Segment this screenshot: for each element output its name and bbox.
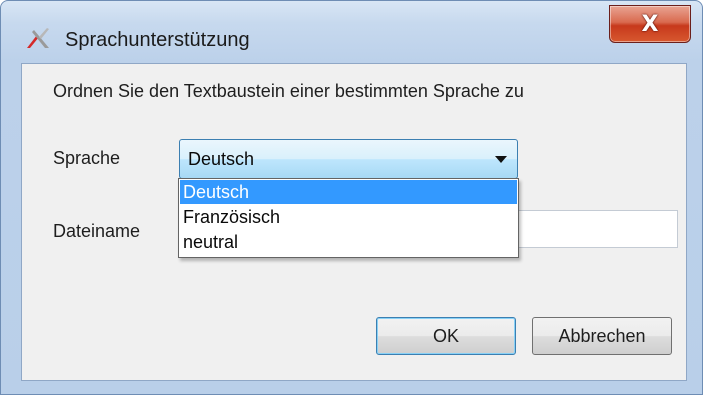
ok-button[interactable]: OK [376,317,516,355]
language-label: Sprache [53,148,121,168]
language-selected-value: Deutsch [188,149,255,169]
close-button[interactable]: X [609,5,691,43]
window-title: Sprachunterstützung [65,29,250,51]
close-icon: X [641,11,659,37]
instruction-text: Ordnen Sie den Textbaustein einer bestim… [53,81,524,101]
dropdown-option-neutral[interactable]: neutral [180,230,517,254]
app-logo-icon [27,28,49,48]
dropdown-option-franzoesisch[interactable]: Französisch [180,205,517,229]
dialog-content: Ordnen Sie den Textbaustein einer bestim… [21,63,687,381]
language-dropdown-list: Deutsch Französisch neutral [178,178,519,258]
language-combobox[interactable]: Deutsch [179,139,518,179]
cancel-button[interactable]: Abbrechen [532,317,672,355]
dialog-window: Sprachunterstützung X Ordnen Sie den Tex… [0,0,703,395]
dropdown-option-deutsch[interactable]: Deutsch [180,180,517,204]
title-bar[interactable]: Sprachunterstützung X [1,1,702,63]
chevron-down-icon[interactable] [495,156,507,163]
filename-label: Dateiname [53,221,141,241]
